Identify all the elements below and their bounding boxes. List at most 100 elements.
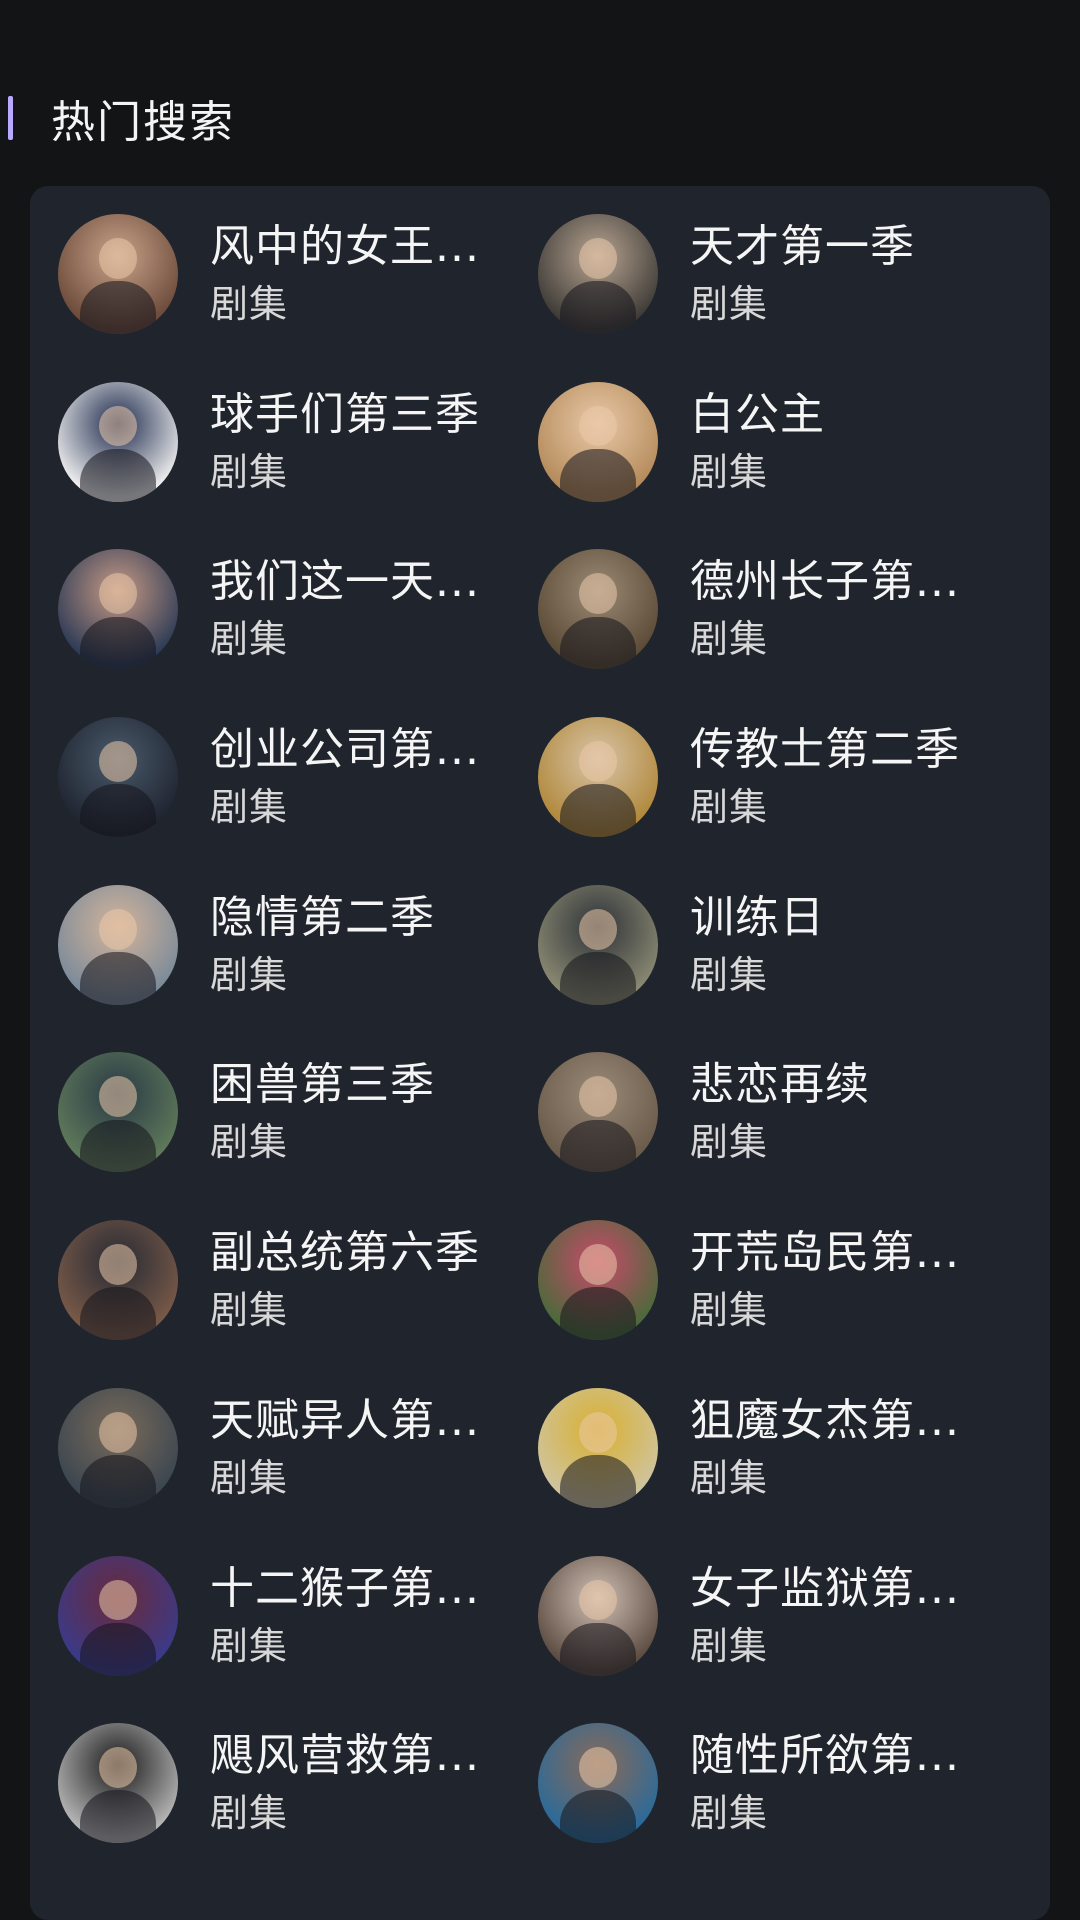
hot-search-item[interactable]: 开荒岛民第... 剧集 xyxy=(538,1220,1018,1341)
poster-thumbnail[interactable] xyxy=(538,1723,658,1844)
item-type-label: 剧集 xyxy=(210,1791,289,1836)
item-type-label: 剧集 xyxy=(210,617,289,662)
item-text: 随性所欲第... 剧集 xyxy=(690,1728,990,1838)
item-type-label: 剧集 xyxy=(690,1455,769,1500)
hot-search-item[interactable]: 天赋异人第... 剧集 xyxy=(58,1387,538,1508)
item-text: 飓风营救第... 剧集 xyxy=(210,1728,510,1838)
item-type-label: 剧集 xyxy=(210,282,289,326)
hot-search-item[interactable]: 白公主 剧集 xyxy=(538,381,1018,502)
poster-thumbnail[interactable] xyxy=(58,1723,178,1844)
poster-thumbnail[interactable] xyxy=(58,214,178,334)
hot-search-item[interactable]: 困兽第三季 剧集 xyxy=(58,1052,538,1173)
item-text: 我们这一天... 剧集 xyxy=(210,554,510,664)
poster-thumbnail[interactable] xyxy=(58,381,178,502)
hot-search-list: 风中的女王... 剧集 天才第一季 剧集 球手们第三季 剧集 白公主 剧集 我们… xyxy=(58,214,1038,1891)
item-type-label: 剧集 xyxy=(210,1623,289,1668)
item-text: 风中的女王... 剧集 xyxy=(210,219,510,329)
poster-thumbnail[interactable] xyxy=(58,1555,178,1676)
item-title: 女子监狱第... xyxy=(690,1562,960,1614)
item-title: 狙魔女杰第... xyxy=(690,1394,960,1446)
poster-thumbnail[interactable] xyxy=(538,1555,658,1676)
item-type-label: 剧集 xyxy=(690,952,769,997)
poster-thumbnail[interactable] xyxy=(58,717,178,838)
item-title: 白公主 xyxy=(690,388,825,440)
item-type-label: 剧集 xyxy=(210,1288,289,1333)
item-text: 困兽第三季 剧集 xyxy=(210,1057,510,1167)
item-type-label: 剧集 xyxy=(690,1791,769,1836)
poster-thumbnail[interactable] xyxy=(58,1387,178,1508)
poster-thumbnail[interactable] xyxy=(58,1220,178,1341)
hot-search-item[interactable]: 球手们第三季 剧集 xyxy=(58,381,538,502)
item-type-label: 剧集 xyxy=(210,449,289,494)
hot-search-item[interactable]: 训练日 剧集 xyxy=(538,884,1018,1005)
item-type-label: 剧集 xyxy=(210,1455,289,1500)
poster-thumbnail[interactable] xyxy=(538,214,658,334)
item-text: 球手们第三季 剧集 xyxy=(210,387,510,497)
hot-search-item[interactable]: 女子监狱第... 剧集 xyxy=(538,1555,1018,1676)
hot-search-item[interactable]: 风中的女王... 剧集 xyxy=(58,214,538,334)
item-text: 副总统第六季 剧集 xyxy=(210,1225,510,1335)
item-type-label: 剧集 xyxy=(210,952,289,997)
hot-search-item[interactable]: 德州长子第... 剧集 xyxy=(538,549,1018,670)
hot-search-item[interactable]: 随性所欲第... 剧集 xyxy=(538,1723,1018,1844)
app-screen: 热门搜索 风中的女王... 剧集 天才第一季 剧集 球手们第三季 剧集 白公主 … xyxy=(0,0,1080,1920)
item-text: 创业公司第... 剧集 xyxy=(210,722,510,832)
item-type-label: 剧集 xyxy=(210,1120,289,1165)
item-text: 传教士第二季 剧集 xyxy=(690,722,990,832)
item-text: 女子监狱第... 剧集 xyxy=(690,1561,990,1671)
item-type-label: 剧集 xyxy=(690,1120,769,1165)
section-title: 热门搜索 xyxy=(51,97,235,148)
item-type-label: 剧集 xyxy=(690,785,769,830)
item-text: 天赋异人第... 剧集 xyxy=(210,1393,510,1503)
poster-thumbnail[interactable] xyxy=(538,1387,658,1508)
hot-search-item[interactable]: 飓风营救第... 剧集 xyxy=(58,1723,538,1844)
item-title: 十二猴子第... xyxy=(210,1562,480,1614)
hot-search-item[interactable]: 十二猴子第... 剧集 xyxy=(58,1555,538,1676)
item-type-label: 剧集 xyxy=(690,449,769,494)
item-title: 传教士第二季 xyxy=(690,724,960,776)
poster-thumbnail[interactable] xyxy=(538,717,658,838)
poster-thumbnail[interactable] xyxy=(58,549,178,670)
item-title: 训练日 xyxy=(690,891,825,943)
poster-thumbnail[interactable] xyxy=(538,884,658,1005)
item-text: 隐情第二季 剧集 xyxy=(210,890,510,1000)
poster-thumbnail[interactable] xyxy=(538,549,658,670)
item-title: 球手们第三季 xyxy=(210,388,480,440)
item-title: 副总统第六季 xyxy=(210,1227,480,1279)
item-title: 隐情第二季 xyxy=(210,891,435,943)
item-type-label: 剧集 xyxy=(690,1288,769,1333)
item-type-label: 剧集 xyxy=(690,617,769,662)
item-text: 白公主 剧集 xyxy=(690,387,990,497)
item-type-label: 剧集 xyxy=(210,785,289,830)
item-title: 悲恋再续 xyxy=(690,1059,870,1111)
item-title: 飓风营救第... xyxy=(210,1730,480,1782)
item-title: 创业公司第... xyxy=(210,724,480,776)
poster-thumbnail[interactable] xyxy=(538,1052,658,1173)
hot-search-item[interactable]: 副总统第六季 剧集 xyxy=(58,1220,538,1341)
hot-search-item[interactable]: 悲恋再续 剧集 xyxy=(538,1052,1018,1173)
hot-search-item[interactable]: 传教士第二季 剧集 xyxy=(538,717,1018,838)
item-text: 悲恋再续 剧集 xyxy=(690,1057,990,1167)
item-type-label: 剧集 xyxy=(690,282,769,326)
item-text: 德州长子第... 剧集 xyxy=(690,554,990,664)
item-title: 德州长子第... xyxy=(690,556,960,608)
hot-search-item[interactable]: 我们这一天... 剧集 xyxy=(58,549,538,670)
item-title: 随性所欲第... xyxy=(690,1730,960,1782)
item-title: 天赋异人第... xyxy=(210,1394,480,1446)
hot-search-item[interactable]: 创业公司第... 剧集 xyxy=(58,717,538,838)
item-text: 十二猴子第... 剧集 xyxy=(210,1561,510,1671)
hot-search-item[interactable]: 隐情第二季 剧集 xyxy=(58,884,538,1005)
section-accent-bar xyxy=(8,96,13,140)
section-header: 热门搜索 xyxy=(0,88,235,148)
item-title: 困兽第三季 xyxy=(210,1059,435,1111)
item-title: 我们这一天... xyxy=(210,556,480,608)
item-title: 天才第一季 xyxy=(690,221,915,272)
poster-thumbnail[interactable] xyxy=(538,1220,658,1341)
item-text: 天才第一季 剧集 xyxy=(690,219,990,329)
poster-thumbnail[interactable] xyxy=(58,1052,178,1173)
hot-search-item[interactable]: 天才第一季 剧集 xyxy=(538,214,1018,334)
poster-thumbnail[interactable] xyxy=(538,381,658,502)
poster-thumbnail[interactable] xyxy=(58,884,178,1005)
item-text: 开荒岛民第... 剧集 xyxy=(690,1225,990,1335)
hot-search-item[interactable]: 狙魔女杰第... 剧集 xyxy=(538,1387,1018,1508)
